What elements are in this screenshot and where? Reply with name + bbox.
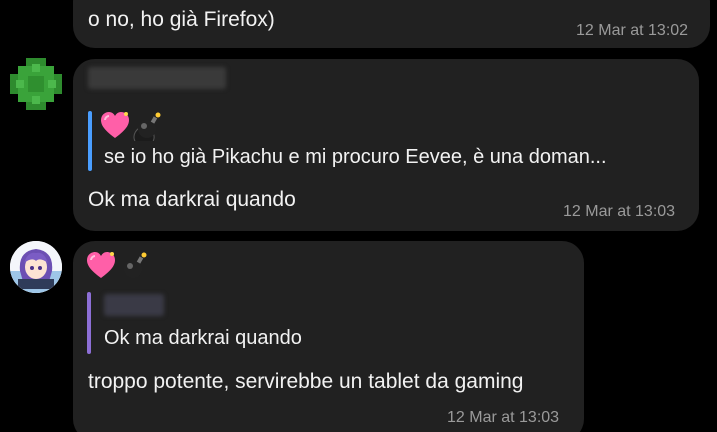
message-timestamp: 12 Mar at 13:03 (563, 203, 676, 220)
reply-quote-text[interactable]: Ok ma darkrai quando (104, 328, 302, 348)
message-timestamp: 12 Mar at 13:02 (576, 22, 689, 39)
avatar[interactable] (10, 241, 62, 293)
pixelated-avatar-icon (10, 58, 62, 110)
reply-quote-bar (88, 111, 92, 171)
message-text: troppo potente, servirebbe un tablet da … (88, 370, 524, 393)
sparkling-heart-icon (87, 252, 147, 278)
reply-quote-bar (87, 292, 91, 354)
chat-view: o no, ho già Firefox) 12 Mar at 13:02 se… (0, 0, 717, 432)
anime-avatar-icon (10, 241, 62, 293)
message-text: o no, ho già Firefox) (88, 8, 275, 31)
message-text: Ok ma darkrai quando (88, 188, 296, 211)
reaction-row[interactable] (100, 111, 164, 145)
avatar[interactable] (10, 58, 62, 110)
sender-name-blurred (88, 67, 226, 89)
message-timestamp: 12 Mar at 13:03 (447, 409, 560, 426)
reaction-row[interactable] (86, 251, 150, 285)
reply-sender-blurred (104, 294, 164, 316)
sparkling-heart-icon (101, 112, 161, 141)
reply-quote-text[interactable]: se io ho già Pikachu e mi procuro Eevee,… (104, 147, 607, 167)
